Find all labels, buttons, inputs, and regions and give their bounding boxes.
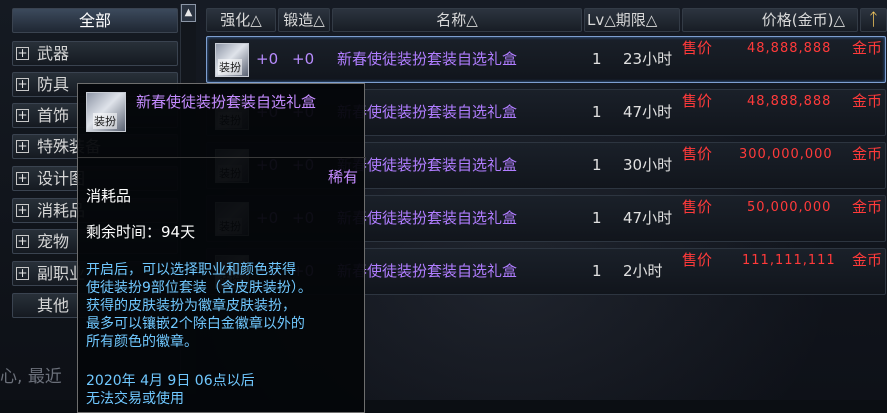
expand-plus-icon[interactable]: + <box>16 204 29 217</box>
item-level: 1 <box>592 103 602 121</box>
list-header: 强化△ 锻造△ 名称△ Lv△期限△ 价格(金币)△ ᛏ <box>200 8 887 34</box>
header-price[interactable]: 价格(金币)△ <box>682 8 858 32</box>
expand-plus-icon[interactable]: + <box>16 78 29 91</box>
item-price: 50,000,000 <box>747 200 832 215</box>
tooltip-date-line: 无法交易或使用 <box>86 391 184 407</box>
scroll-up-arrow-icon[interactable]: ▲ <box>181 4 196 22</box>
recent-prefix: 心 <box>0 367 17 387</box>
tooltip-trade-restriction: 2020年 4月 9日 06点以后 无法交易或使用 <box>86 372 255 408</box>
category-label: 防具 <box>37 75 70 94</box>
sell-label: 售价 <box>682 39 713 57</box>
expand-plus-icon[interactable]: + <box>16 47 29 60</box>
table-row[interactable]: 装扮 +0 +0 新春使徒装扮套装自选礼盒 1 23小时 售价 48,888,8… <box>206 36 886 83</box>
tooltip-type: 消耗品 <box>86 187 132 205</box>
sell-label: 售价 <box>682 92 713 110</box>
header-lv-period[interactable]: Lv△期限△ <box>584 8 680 32</box>
expand-plus-icon[interactable]: + <box>16 267 29 280</box>
expand-plus-icon[interactable]: + <box>16 140 29 153</box>
costume-box-icon: 装扮 <box>86 92 126 132</box>
tooltip-description: 开启后，可以选择职业和颜色获得 使徒装扮9部位套装（含皮肤装扮）。 获得的皮肤装… <box>86 261 312 351</box>
item-price: 48,888,888 <box>747 41 832 56</box>
tooltip-divider <box>78 157 366 158</box>
currency-label: 金币 <box>852 39 883 57</box>
item-duration: 47小时 <box>623 209 673 227</box>
currency-label: 金币 <box>852 251 883 269</box>
item-price: 111,111,111 <box>742 253 836 268</box>
tooltip-remaining-time: 剩余时间：94天 <box>86 223 196 241</box>
sell-label: 售价 <box>682 251 713 269</box>
item-price: 48,888,888 <box>747 94 832 109</box>
category-label: 宠物 <box>37 232 70 251</box>
item-duration: 47小时 <box>623 103 673 121</box>
category-all[interactable]: 全部 <box>12 8 178 33</box>
currency-label: 金币 <box>852 92 883 110</box>
sell-label: 售价 <box>682 145 713 163</box>
category-label: 首饰 <box>37 106 70 125</box>
category-weapon[interactable]: + 武器 <box>12 41 178 66</box>
header-forge[interactable]: 锻造△ <box>278 8 330 32</box>
item-price: 300,000,000 <box>739 147 833 162</box>
tooltip-icon-label: 装扮 <box>93 113 117 129</box>
expand-plus-icon[interactable]: + <box>16 172 29 185</box>
strengthen-value: +0 <box>256 50 279 68</box>
item-duration: 30小时 <box>623 156 673 174</box>
tooltip-date-line: 2020年 4月 9日 06点以后 <box>86 373 255 389</box>
item-duration: 2小时 <box>623 262 663 280</box>
tooltip-desc-line: 所有颜色的徽章。 <box>86 334 198 350</box>
costume-box-icon: 装扮 <box>215 43 249 77</box>
tooltip-rarity: 稀有 <box>328 168 359 186</box>
category-label: 武器 <box>37 44 70 63</box>
tooltip-title: 新春使徒装扮套装自选礼盒 <box>136 93 317 111</box>
category-label: 其他 <box>37 296 70 315</box>
tooltip-desc-line: 使徒装扮9部位套装（含皮肤装扮）。 <box>86 280 312 296</box>
recent-text: 最近 <box>27 367 62 387</box>
header-name[interactable]: 名称△ <box>332 8 582 32</box>
forge-value: +0 <box>292 50 315 68</box>
tooltip-desc-line: 最多可以镶嵌2个除白金徽章以外的 <box>86 316 305 332</box>
item-tooltip: 装扮 新春使徒装扮套装自选礼盒 稀有 消耗品 剩余时间：94天 开启后，可以选择… <box>77 83 366 413</box>
header-strengthen[interactable]: 强化△ <box>206 8 276 32</box>
item-duration: 23小时 <box>623 50 673 68</box>
item-level: 1 <box>592 50 602 68</box>
expand-plus-icon[interactable]: + <box>16 235 29 248</box>
key-icon[interactable]: ᛏ <box>860 8 887 32</box>
thumb-label: 装扮 <box>218 59 242 75</box>
item-name: 新春使徒装扮套装自选礼盒 <box>337 50 518 68</box>
item-level: 1 <box>592 209 602 227</box>
item-level: 1 <box>592 262 602 280</box>
expand-plus-icon[interactable]: + <box>16 109 29 122</box>
item-level: 1 <box>592 156 602 174</box>
currency-label: 金币 <box>852 198 883 216</box>
recent-label: 心, 最近 <box>0 367 62 387</box>
sell-label: 售价 <box>682 198 713 216</box>
currency-label: 金币 <box>852 145 883 163</box>
tooltip-desc-line: 开启后，可以选择职业和颜色获得 <box>86 262 296 278</box>
category-label: 全部 <box>78 11 111 30</box>
tooltip-desc-line: 获得的皮肤装扮为徽章皮肤装扮， <box>86 298 296 314</box>
